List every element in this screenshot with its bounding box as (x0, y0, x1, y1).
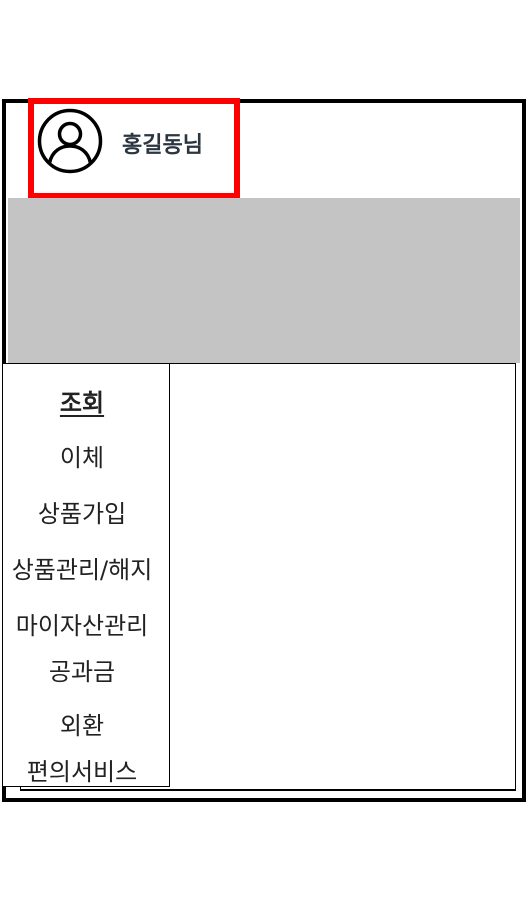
menu-item-transfer[interactable]: 이체 (3, 438, 161, 473)
menu-item-foreign-exchange[interactable]: 외환 (3, 706, 161, 741)
user-avatar-icon[interactable] (37, 108, 103, 174)
banner-area (8, 198, 520, 363)
menu-item-utility-bills[interactable]: 공과금 (3, 652, 161, 687)
sidebar-menu: 조회 이체 상품가입 상품관리/해지 마이자산관리 공과금 외환 편의서비스 (2, 363, 170, 787)
menu-item-my-assets[interactable]: 마이자산관리 (3, 606, 161, 641)
menu-item-product-manage[interactable]: 상품관리/해지 (3, 550, 161, 585)
menu-item-inquiry[interactable]: 조회 (3, 383, 161, 418)
menu-item-product-signup[interactable]: 상품가입 (3, 494, 161, 529)
content-divider (20, 789, 516, 790)
menu-item-convenience-services[interactable]: 편의서비스 (3, 752, 161, 787)
user-name: 홍길동님 (122, 133, 203, 158)
